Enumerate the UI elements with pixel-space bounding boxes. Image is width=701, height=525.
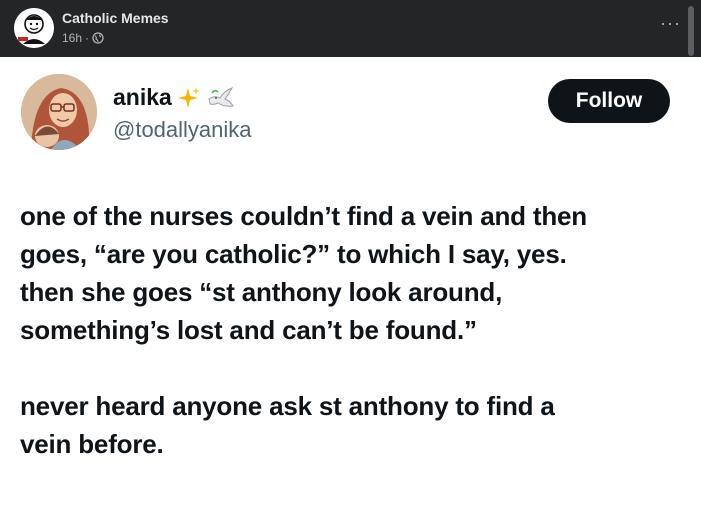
user-handle[interactable]: @todallyanika xyxy=(113,117,252,143)
tweet-line: one of the nurses couldn’t find a vein a… xyxy=(20,201,587,231)
dove-icon xyxy=(208,86,234,107)
tweet-card: anika @todallyanika Follow one of the nu… xyxy=(0,57,701,525)
globe-icon[interactable] xyxy=(92,32,104,44)
post-header: Catholic Memes 16h · ··· xyxy=(0,0,701,57)
meta-separator: · xyxy=(85,31,90,45)
tweet-line: never heard anyone ask st anthony to fin… xyxy=(20,391,555,421)
tweet-line: then she goes “st anthony look around, xyxy=(20,277,503,307)
tweet-line: goes, “are you catholic?” to which I say… xyxy=(20,239,567,269)
user-avatar-image xyxy=(21,74,97,150)
tweet-line: something’s lost and can’t be found.” xyxy=(20,315,477,345)
post-time[interactable]: 16h xyxy=(62,31,82,45)
user-avatar[interactable] xyxy=(21,74,97,150)
page-logo-icon xyxy=(14,8,54,48)
page-avatar[interactable] xyxy=(14,8,54,48)
follow-button[interactable]: Follow xyxy=(548,79,670,123)
post-meta: 16h · xyxy=(62,31,104,45)
display-name-row: anika xyxy=(113,84,236,111)
tweet-line: vein before. xyxy=(20,429,164,459)
sparkles-icon xyxy=(177,86,200,108)
display-name[interactable]: anika xyxy=(113,84,172,111)
scrollbar-thumb[interactable] xyxy=(688,6,694,56)
page-name[interactable]: Catholic Memes xyxy=(62,10,169,26)
more-options-icon[interactable]: ··· xyxy=(660,14,681,32)
tweet-body: one of the nurses couldn’t find a vein a… xyxy=(20,197,688,463)
